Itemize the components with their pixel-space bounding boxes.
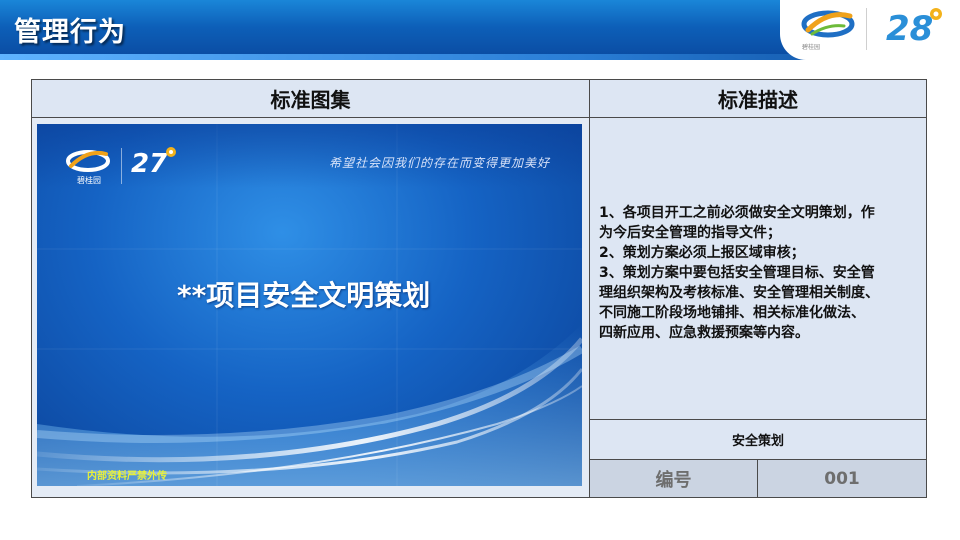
slide-thumbnail: 碧桂园 27 希望社会因我们的存在而变得更加美好 **项目安全文明策划 内部资料… — [37, 124, 582, 486]
slide-slogan: 希望社会因我们的存在而变得更加美好 — [329, 156, 551, 170]
slide-logo-divider — [121, 148, 122, 184]
anniversary-number: 28 — [886, 9, 933, 49]
category-cell: 安全策划 — [590, 420, 926, 460]
number-value-cell: 001 — [758, 460, 926, 497]
title-bar: 管理行为 碧桂园 28 — [0, 0, 960, 60]
description-line: 1、各项目开工之前必须做安全文明策划，作 — [599, 205, 875, 221]
header-standard-images: 标准图集 — [32, 80, 590, 118]
standard-description-cell: 1、各项目开工之前必须做安全文明策划，作 为今后安全管理的指导文件； 2、策划方… — [590, 118, 926, 420]
standard-table: 标准图集 标准描述 碧桂园 27 希望社会因我们的存在而变得更加美好 **项目安… — [31, 79, 927, 498]
description-line: 3、策划方案中要包括安全管理目标、安全管 — [599, 265, 875, 281]
description-text: 1、各项目开工之前必须做安全文明策划，作 为今后安全管理的指导文件； 2、策划方… — [599, 203, 921, 343]
page-title: 管理行为 — [14, 17, 126, 48]
slide-logo-left-text: 碧桂园 — [77, 175, 101, 185]
slide-footer-notice: 内部资料严禁外传 — [87, 471, 167, 482]
description-line: 2、策划方案必须上报区域审核； — [599, 245, 805, 261]
description-line: 不同施工阶段场地铺排、相关标准化做法、 — [599, 305, 865, 321]
slide-company-logo-icon: 碧桂园 — [66, 150, 110, 185]
number-label-cell: 编号 — [590, 460, 758, 497]
header-standard-description: 标准描述 — [590, 80, 926, 118]
slide-title: **项目安全文明策划 — [177, 279, 431, 312]
description-line: 理组织架构及考核标准、安全管理相关制度、 — [599, 285, 879, 301]
slide-anniversary-number: 27 — [131, 149, 168, 179]
description-line: 四新应用、应急救援预案等内容。 — [599, 325, 809, 341]
logo-caption: 碧桂园 — [802, 44, 821, 51]
logo-divider — [866, 8, 867, 50]
anniversary-logo-icon: 28 — [886, 8, 942, 49]
standard-image-cell: 碧桂园 27 希望社会因我们的存在而变得更加美好 **项目安全文明策划 内部资料… — [32, 118, 590, 497]
slide-anniversary-logo-icon: 27 — [131, 147, 176, 179]
logo-panel: 碧桂园 28 — [780, 0, 960, 60]
description-line: 为今后安全管理的指导文件； — [599, 225, 781, 241]
